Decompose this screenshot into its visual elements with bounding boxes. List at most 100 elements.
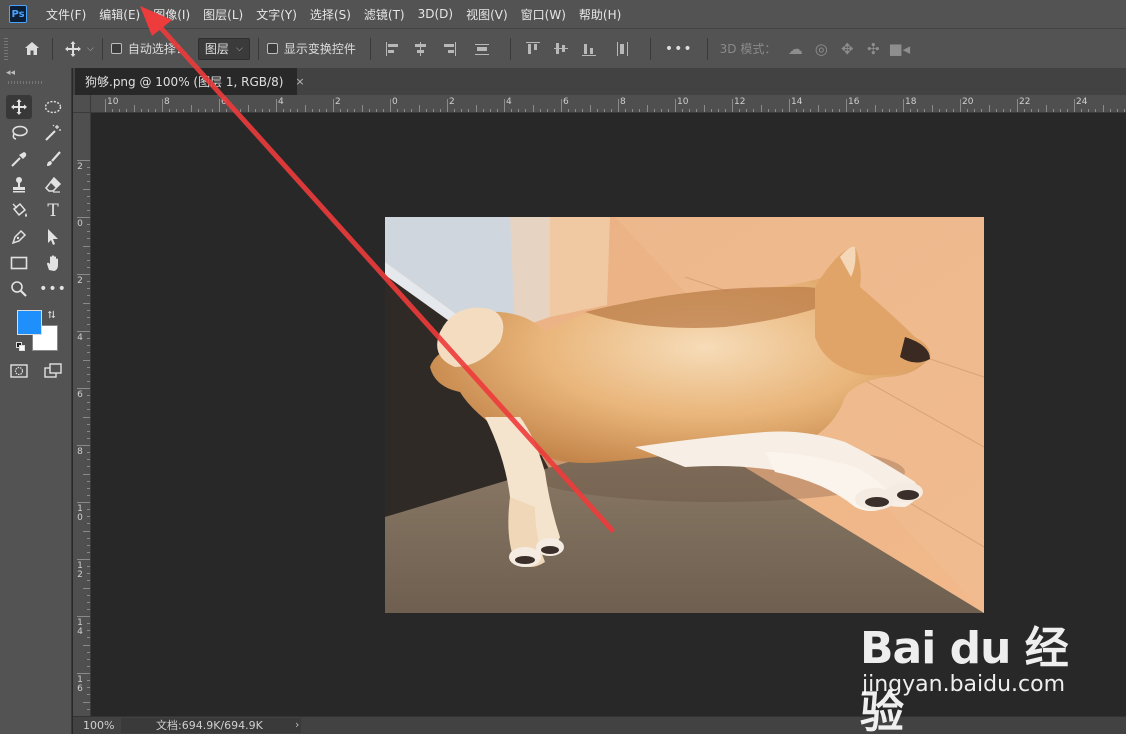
close-icon[interactable]: × <box>295 75 304 88</box>
align-top-icon[interactable] <box>524 40 542 58</box>
ruler-major-tick <box>732 99 733 112</box>
brush-icon[interactable] <box>40 147 66 171</box>
ruler-major-tick <box>162 99 163 112</box>
camera-3d-icon[interactable]: ■◂ <box>886 40 912 58</box>
ruler-major-tick <box>447 99 448 112</box>
ruler-origin[interactable] <box>73 95 91 113</box>
magic-wand-icon[interactable] <box>40 121 66 145</box>
document-info: 文档:694.9K/694.9K <box>121 718 301 733</box>
ruler-label: 6 <box>221 97 227 107</box>
align-left-icon[interactable] <box>384 40 402 58</box>
vertical-ruler[interactable]: 2 0 2 4 6 8 10 12 14 16 <box>73 113 91 716</box>
drag-3d-icon[interactable]: ✥ <box>834 40 860 58</box>
ruler-label: 16 <box>848 97 860 107</box>
ruler-minor-tick <box>760 105 762 112</box>
ruler-major-tick <box>561 99 562 112</box>
slide-3d-icon[interactable]: ✣ <box>860 40 886 58</box>
chevron-down-icon[interactable]: ⌵ <box>87 44 94 54</box>
menu-file[interactable]: 文件(F) <box>46 6 86 23</box>
chevron-right-icon[interactable]: › <box>295 718 299 731</box>
ruler-major-tick <box>77 616 90 617</box>
ruler-label: 4 <box>278 97 284 107</box>
menu-bar: Ps 文件(F) 编辑(E) 图像(I) 图层(L) 文字(Y) 选择(S) 滤… <box>0 0 1126 28</box>
orbit-3d-icon[interactable]: ☁ <box>782 40 808 58</box>
ruler-major-tick <box>77 559 90 560</box>
ruler-label: 10 <box>77 504 83 523</box>
align-horizontal-center-icon[interactable] <box>412 40 430 58</box>
ruler-label: 6 <box>563 97 569 107</box>
screen-mode-icon[interactable] <box>40 359 66 383</box>
ruler-label: 2 <box>77 276 83 286</box>
lasso-icon[interactable] <box>6 121 32 145</box>
ruler-label: 12 <box>734 97 746 107</box>
rectangle-tool-icon[interactable] <box>6 251 32 275</box>
ruler-minor-tick <box>83 416 90 418</box>
distribute-vertical-icon[interactable] <box>613 40 631 58</box>
clone-stamp-icon[interactable] <box>6 173 32 197</box>
menu-select[interactable]: 选择(S) <box>310 6 351 23</box>
swap-colors-icon[interactable]: ⮁ <box>47 310 55 321</box>
ruler-label: 2 <box>77 162 83 172</box>
ruler-minor-tick <box>83 188 90 190</box>
type-tool-icon[interactable]: T <box>40 199 66 223</box>
eyedropper-icon[interactable] <box>6 147 32 171</box>
ruler-major-tick <box>333 99 334 112</box>
ruler-major-tick <box>903 99 904 112</box>
auto-select-checkbox[interactable] <box>110 43 122 54</box>
edit-toolbar-icon[interactable]: ••• <box>39 277 66 301</box>
eraser-icon[interactable] <box>40 173 66 197</box>
dog-photo[interactable] <box>385 217 984 613</box>
ruler-major-tick <box>77 217 90 218</box>
menu-edit[interactable]: 编辑(E) <box>99 6 140 23</box>
zoom-tool-icon[interactable] <box>6 277 32 301</box>
ruler-label: 0 <box>77 219 83 229</box>
distribute-horizontal-icon[interactable] <box>473 40 491 58</box>
foreground-color-swatch[interactable] <box>17 310 42 335</box>
ruler-label: 24 <box>1076 97 1088 107</box>
align-right-icon[interactable] <box>440 40 458 58</box>
document-tab[interactable]: 狗够.png @ 100% (图层 1, RGB/8) × <box>75 68 305 95</box>
pen-tool-icon[interactable] <box>6 225 32 249</box>
zoom-level[interactable]: 100% <box>83 719 114 732</box>
quick-mask-icon[interactable] <box>6 359 32 383</box>
ruler-minor-tick <box>83 473 90 475</box>
home-icon[interactable] <box>20 37 44 61</box>
menu-window[interactable]: 窗口(W) <box>521 6 566 23</box>
paint-bucket-icon[interactable] <box>6 199 32 223</box>
ruler-major-tick <box>77 331 90 332</box>
auto-select-dropdown[interactable]: 图层 ⌵ <box>197 37 250 60</box>
ruler-minor-tick <box>83 302 90 304</box>
ruler-minor-tick <box>361 105 363 112</box>
default-colors-icon[interactable] <box>16 342 26 352</box>
menu-layer[interactable]: 图层(L) <box>203 6 243 23</box>
photoshop-logo: Ps <box>9 5 27 23</box>
hand-tool-icon[interactable] <box>40 251 66 275</box>
menu-3d[interactable]: 3D(D) <box>418 7 453 21</box>
ruler-major-tick <box>77 502 90 503</box>
ruler-major-tick <box>390 99 391 112</box>
collapse-panel-icon[interactable]: ◂◂ <box>6 68 15 78</box>
path-selection-icon[interactable] <box>40 225 66 249</box>
roll-3d-icon[interactable]: ◎ <box>808 40 834 58</box>
menu-help[interactable]: 帮助(H) <box>579 6 621 23</box>
ruler-major-tick <box>77 673 90 674</box>
move-tool-icon[interactable] <box>61 37 85 61</box>
menu-view[interactable]: 视图(V) <box>466 6 508 23</box>
ruler-major-tick <box>504 99 505 112</box>
menu-type[interactable]: 文字(Y) <box>256 6 297 23</box>
align-bottom-icon[interactable] <box>580 40 598 58</box>
horizontal-ruler[interactable]: 10 8 6 4 2 0 2 4 6 8 10 12 14 16 18 20 22 24 <box>91 95 1126 113</box>
menu-filter[interactable]: 滤镜(T) <box>364 6 405 23</box>
elliptical-marquee-icon[interactable] <box>40 95 66 119</box>
more-options-button[interactable]: ••• <box>665 41 693 57</box>
tools-panel-grip[interactable] <box>8 81 44 84</box>
ruler-minor-tick <box>1045 105 1047 112</box>
ruler-label: 20 <box>962 97 974 107</box>
align-vertical-center-icon[interactable] <box>552 40 570 58</box>
show-transform-checkbox[interactable] <box>266 43 278 54</box>
ruler-minor-tick <box>83 587 90 589</box>
move-tool-icon[interactable] <box>6 95 32 119</box>
ruler-label: 12 <box>77 561 83 580</box>
options-bar-grip[interactable] <box>4 37 8 60</box>
menu-image[interactable]: 图像(I) <box>153 6 190 23</box>
